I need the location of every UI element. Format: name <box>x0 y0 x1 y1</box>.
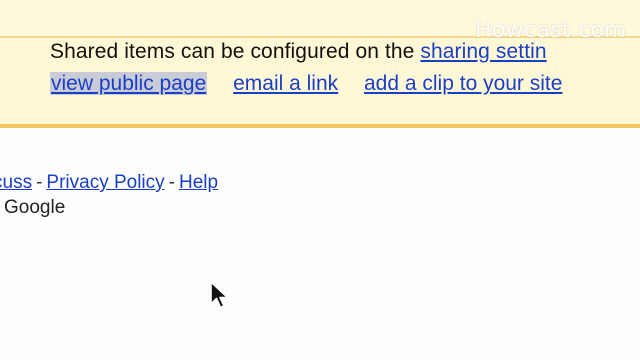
privacy-policy-link[interactable]: Privacy Policy <box>46 172 164 193</box>
add-a-clip-link[interactable]: add a clip to your site <box>364 72 562 95</box>
copyright-text: Google <box>4 197 66 218</box>
discuss-link[interactable]: cuss <box>0 172 32 193</box>
sharing-info-text: Shared items can be configured on the sh… <box>50 40 547 64</box>
view-public-page-link[interactable]: view public page <box>50 72 208 95</box>
footer-links: cuss-Privacy Policy-Help <box>0 172 218 194</box>
footer-separator: - <box>168 172 175 193</box>
sharing-info-prefix: Shared items can be configured on the <box>50 40 421 63</box>
footer-copyright: Google <box>4 197 65 219</box>
browser-viewport: Shared items can be configured on the sh… <box>0 0 640 360</box>
watermark-text: Howcast.com <box>475 18 626 43</box>
sharing-settings-link[interactable]: sharing settin <box>420 40 546 63</box>
help-link[interactable]: Help <box>179 172 218 193</box>
footer-separator: - <box>36 172 43 193</box>
email-a-link-link[interactable]: email a link <box>233 72 338 95</box>
howcast-watermark: Howcast.com <box>475 18 626 43</box>
mouse-pointer-icon <box>210 281 229 309</box>
sharing-actions: view public page email a link add a clip… <box>50 72 582 96</box>
